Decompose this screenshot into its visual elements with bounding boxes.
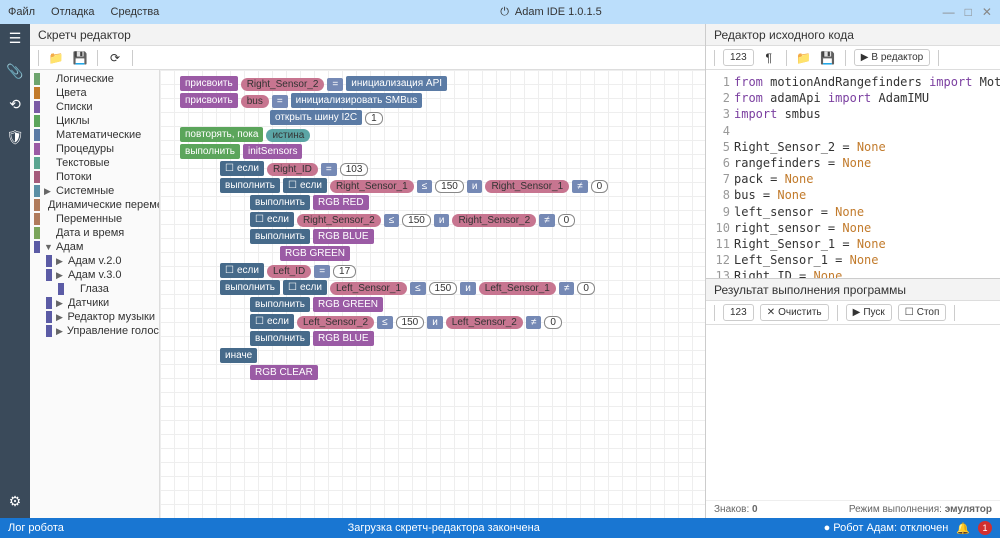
scratch-editor-title: Скретч редактор (30, 24, 705, 46)
load-status: Загрузка скретч-редактора закончена (348, 522, 540, 534)
activity-bar: ☰ 📎 ⟲ 🛡 ⚙ (0, 24, 30, 518)
title-bar: Файл Отладка Средства ⏻ Adam IDE 1.0.1.5… (0, 0, 1000, 24)
block-categories: ЛогическиеЦветаСпискиЦиклыМатематические… (30, 70, 160, 518)
category-item[interactable]: Списки (30, 100, 159, 114)
category-item[interactable]: ▶Редактор музыки (30, 310, 159, 324)
attach-icon[interactable]: 📎 (6, 63, 23, 80)
category-item[interactable]: ▼Адам (30, 240, 159, 254)
clear-button[interactable]: ✕ Очистить (760, 304, 829, 321)
scratch-toolbar: 📁 💾 ⟳ (30, 46, 705, 70)
code-editor-title: Редактор исходного кода (706, 24, 1000, 46)
notification-badge[interactable]: 1 (978, 521, 992, 535)
app-title: Adam IDE 1.0.1.5 (515, 6, 602, 18)
menu-debug[interactable]: Отладка (51, 6, 94, 18)
main-menu: Файл Отладка Средства (8, 6, 159, 18)
settings-icon[interactable]: ⚙ (9, 493, 22, 510)
folder-icon[interactable]: 📁 (47, 49, 65, 67)
save-icon[interactable]: 💾 (819, 49, 837, 67)
category-item[interactable]: Текстовые (30, 156, 159, 170)
category-item[interactable]: Цвета (30, 86, 159, 100)
minimize-button[interactable]: — (943, 5, 955, 19)
result-toolbar: 123 ✕ Очистить ▶ Пуск ☐ Стоп (706, 301, 1000, 325)
maximize-button[interactable]: □ (965, 5, 972, 19)
status-info: Знаков: 0 Режим выполнения: эмулятор (706, 500, 1000, 518)
category-item[interactable]: Логические (30, 72, 159, 86)
block-canvas[interactable]: присвоитьRight_Sensor_2=инициализация AP… (160, 70, 705, 518)
category-item[interactable]: Динамические переменные (30, 198, 159, 212)
folder-icon[interactable]: 📁 (795, 49, 813, 67)
app-icon: ⏻ (500, 6, 509, 19)
refresh-icon[interactable]: ⟳ (106, 49, 124, 67)
close-button[interactable]: ✕ (982, 5, 992, 19)
category-item[interactable]: Переменные (30, 212, 159, 226)
code-pane: Редактор исходного кода 123 ¶ 📁 💾 ▶ В ре… (706, 24, 1000, 518)
save-icon[interactable]: 💾 (71, 49, 89, 67)
category-item[interactable]: ▶Датчики (30, 296, 159, 310)
start-button[interactable]: ▶ Пуск (846, 304, 892, 321)
category-item[interactable]: ▶Управление голосом (30, 324, 159, 338)
line-numbers-button[interactable]: 123 (723, 49, 754, 66)
bottom-status-bar: Лог робота Загрузка скретч-редактора зак… (0, 518, 1000, 538)
category-item[interactable]: Глаза (30, 282, 159, 296)
line-numbers-button[interactable]: 123 (723, 304, 754, 321)
code-toolbar: 123 ¶ 📁 💾 ▶ В редактор (706, 46, 1000, 70)
security-icon[interactable]: 🛡 (6, 129, 24, 146)
category-item[interactable]: ▶Адам v.3.0 (30, 268, 159, 282)
menu-tools[interactable]: Средства (111, 6, 160, 18)
category-item[interactable]: Процедуры (30, 142, 159, 156)
scratch-editor-pane: Скретч редактор 📁 💾 ⟳ ЛогическиеЦветаСпи… (30, 24, 706, 518)
debug-icon[interactable]: ⟲ (9, 96, 21, 113)
bell-icon[interactable]: 🔔 (956, 522, 970, 535)
stop-button[interactable]: ☐ Стоп (898, 304, 947, 321)
category-item[interactable]: Циклы (30, 114, 159, 128)
category-item[interactable]: ▶Адам v.2.0 (30, 254, 159, 268)
pilcrow-icon[interactable]: ¶ (760, 49, 778, 67)
category-item[interactable]: Потоки (30, 170, 159, 184)
category-item[interactable]: ▶Системные (30, 184, 159, 198)
category-item[interactable]: Дата и время (30, 226, 159, 240)
result-title: Результат выполнения программы (706, 279, 1000, 301)
hamburger-icon[interactable]: ☰ (9, 30, 22, 47)
robot-log[interactable]: Лог робота (8, 522, 64, 534)
result-pane: Результат выполнения программы 123 ✕ Очи… (706, 278, 1000, 518)
code-text[interactable]: 1from motionAndRangefinders import Motio… (706, 70, 1000, 278)
to-editor-button[interactable]: ▶ В редактор (854, 49, 931, 66)
category-item[interactable]: Математические (30, 128, 159, 142)
menu-file[interactable]: Файл (8, 6, 35, 18)
robot-status: ● Робот Адам: отключен (824, 522, 949, 534)
